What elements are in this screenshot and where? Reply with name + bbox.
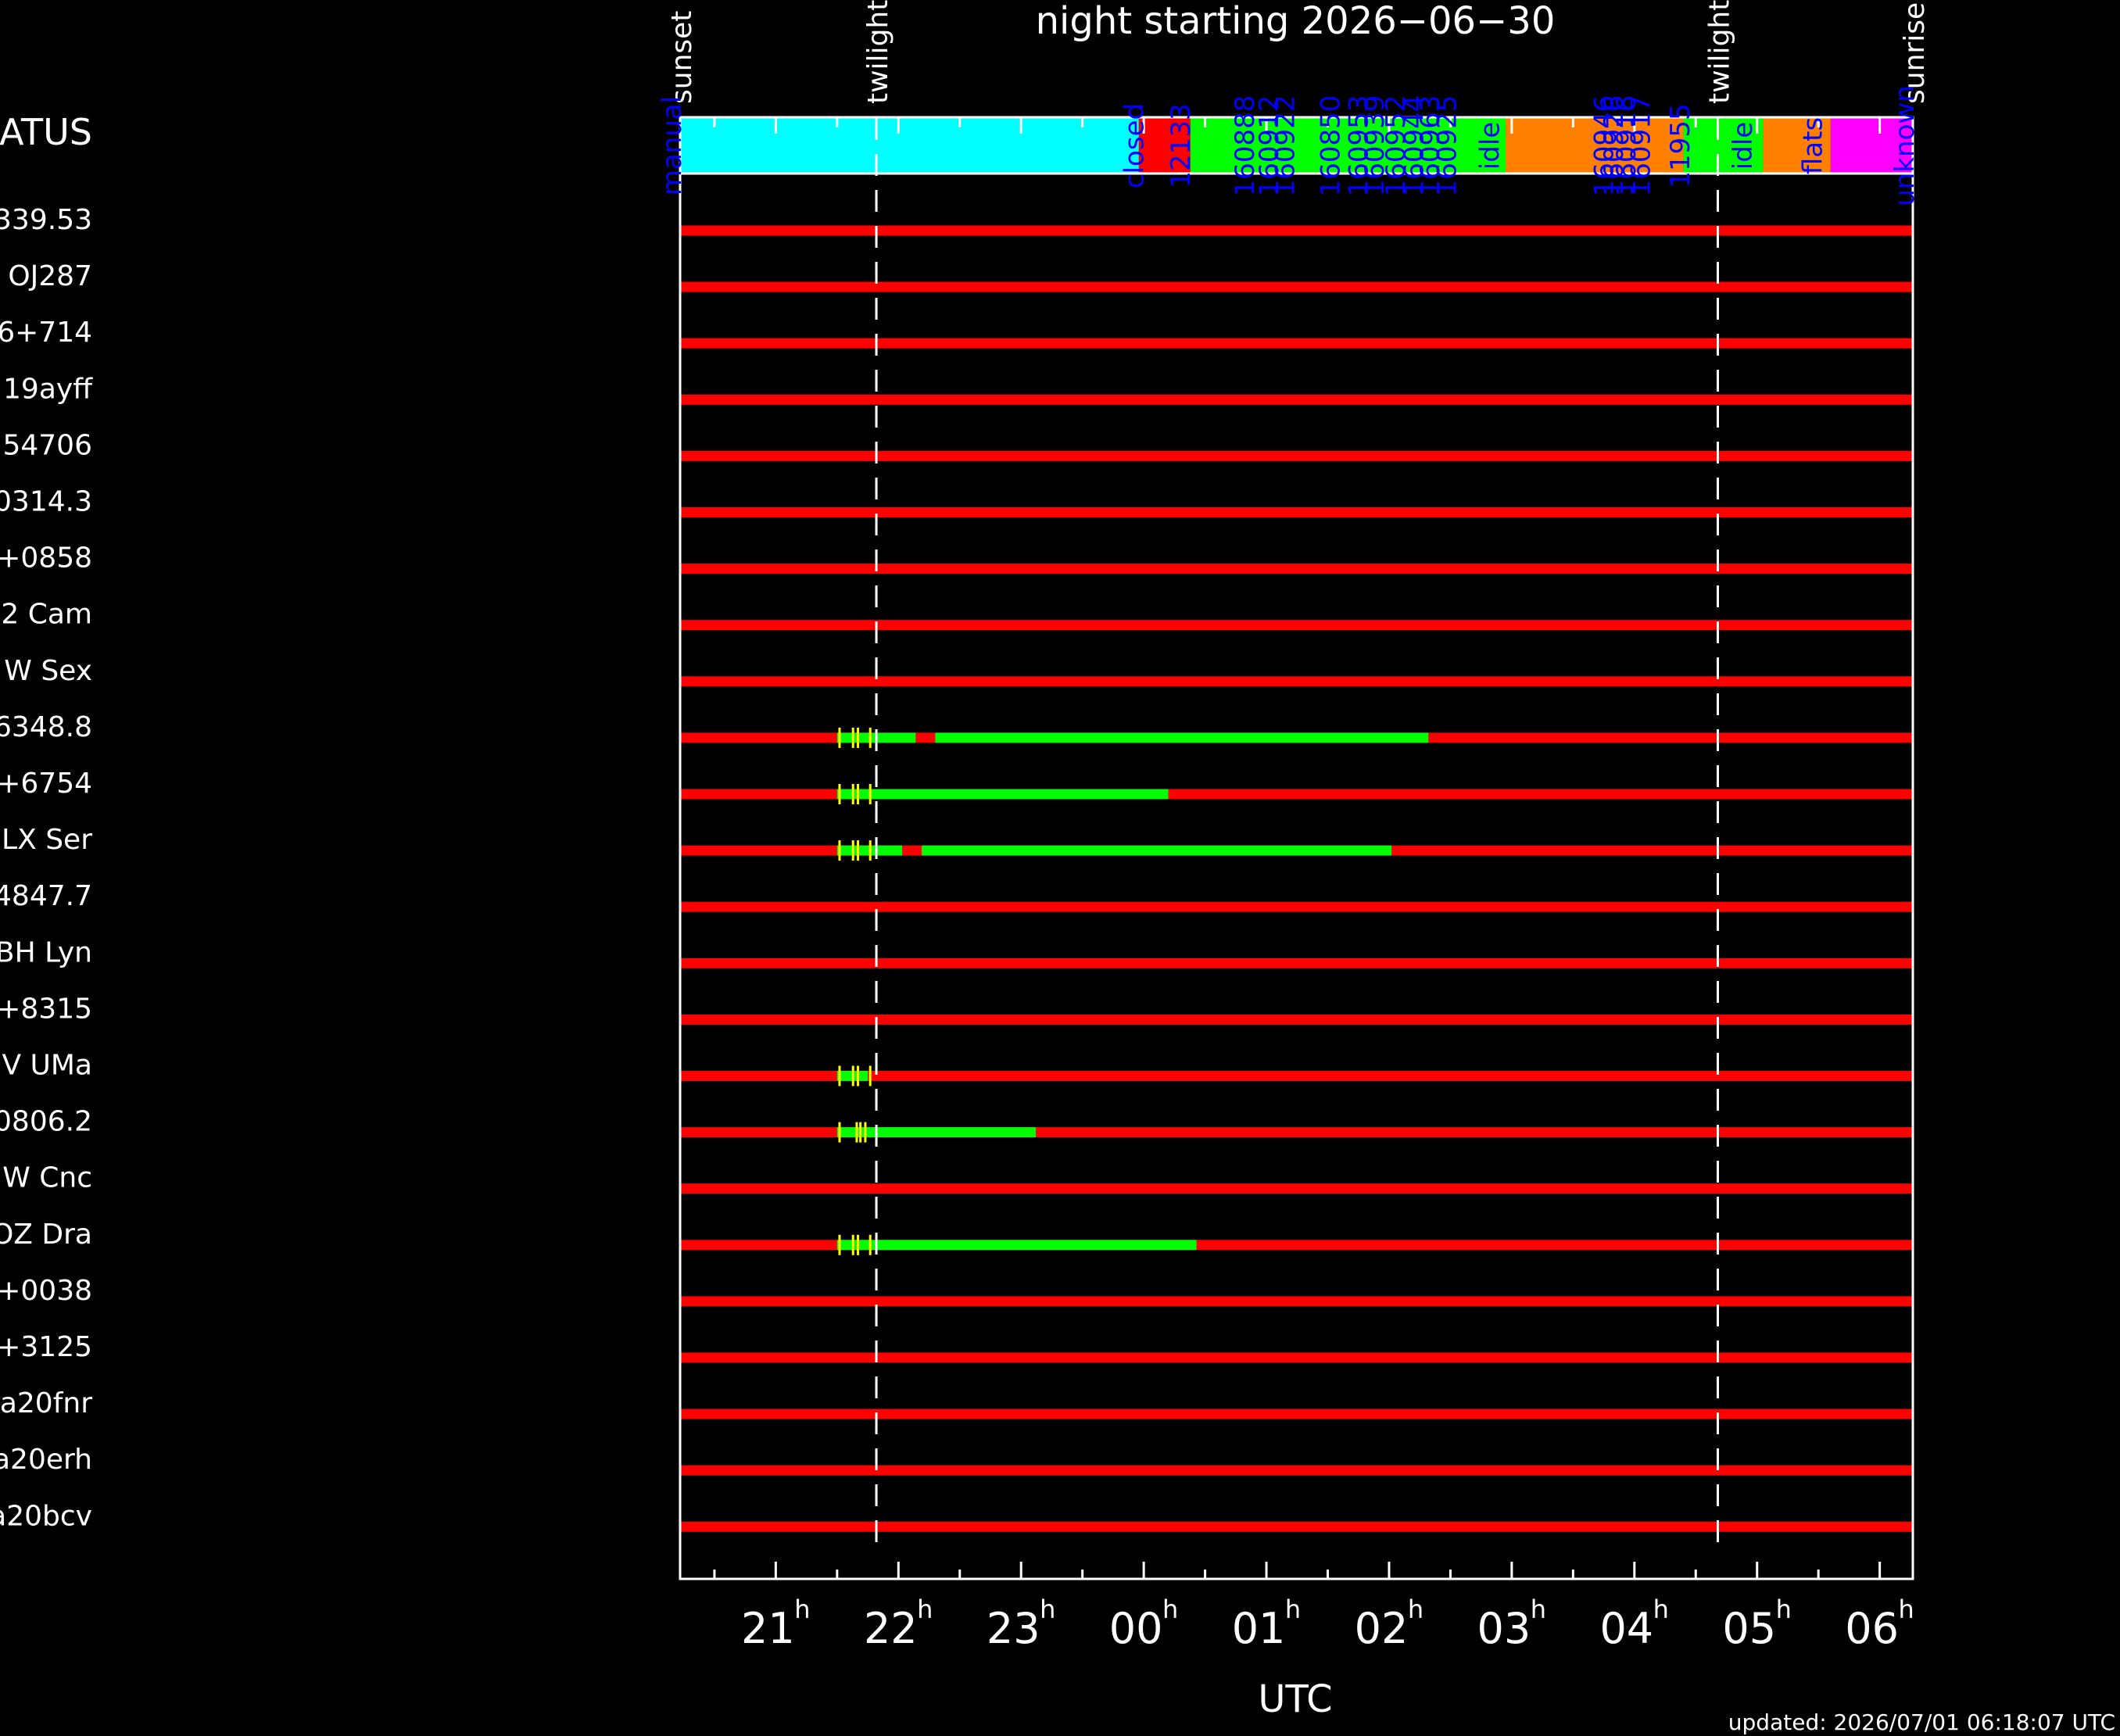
row-label: OZ Dra (0, 1219, 92, 1251)
target-rows-group (680, 225, 1913, 1532)
x-axis-group: 21 h 22 h 23 h 00 h 01 h 02 h 03 h 04 h 05 h 06 h (713, 1562, 1914, 1653)
row-label: 2 Cam (1, 599, 92, 631)
x-tick-label-superscript: h (1408, 1595, 1423, 1624)
twilight-label: twilight (862, 0, 894, 104)
x-axis-label: UTC (1258, 1677, 1332, 1721)
row-label: +0858 (0, 542, 92, 574)
chart-title: night starting 2026−06−30 (1036, 0, 1556, 43)
row-label: +6754 (0, 768, 92, 800)
x-tick-label: 01 (1232, 1604, 1286, 1653)
status-label: 160850 (1316, 95, 1347, 197)
row-base-bar (680, 957, 1913, 968)
row-label: 6+714 (0, 317, 92, 349)
row-observed-segment (836, 1240, 1197, 1251)
observation-timeline-chart: sunset twilight twilight sunrise manual clos… (0, 0, 2115, 1735)
row-base-bar (680, 1352, 1913, 1363)
sunset-label: sunset (666, 11, 698, 104)
row-base-bar (680, 620, 1913, 631)
row-observed-segment (922, 845, 1392, 856)
x-tick-label-superscript: h (1776, 1595, 1792, 1624)
row-base-bar (680, 676, 1913, 687)
x-tick-label-superscript: h (917, 1595, 933, 1624)
row-base-bar (680, 450, 1913, 461)
x-tick-label-superscript: h (1653, 1595, 1669, 1624)
row-label: OJ287 (8, 260, 92, 292)
row-label: W Sex (4, 655, 92, 687)
row-label: a20erh (0, 1444, 92, 1476)
row-label: a20fnr (0, 1387, 92, 1419)
x-tick-label-superscript: h (794, 1595, 810, 1624)
status-label: idle (1475, 122, 1506, 170)
row-label: 4847.7 (0, 880, 92, 912)
x-tick-label: 03 (1477, 1604, 1531, 1653)
row-base-bar (680, 225, 1913, 236)
row-label: W Cnc (2, 1162, 92, 1194)
row-label: 19ayff (3, 373, 93, 405)
status-label: closed (1119, 103, 1151, 188)
row-label: +8315 (0, 993, 92, 1025)
status-segment-cyan (680, 118, 1139, 174)
x-tick-label-superscript: h (1898, 1595, 1914, 1624)
row-base-bar (680, 564, 1913, 574)
row-base-bar (680, 1408, 1913, 1419)
row-base-bar (680, 394, 1913, 405)
x-tick-label: 23 (987, 1604, 1040, 1653)
updated-timestamp: updated: 2026/07/01 06:18:07 UTC (1728, 1709, 2115, 1735)
row-base-bar (680, 507, 1913, 517)
status-label: 11955 (1665, 103, 1696, 188)
row-base-bar (680, 1183, 1913, 1194)
row-label: +3125 (0, 1331, 92, 1363)
x-tick-label: 22 (864, 1604, 918, 1653)
row-base-bar (680, 338, 1913, 349)
row-base-bar (680, 1014, 1913, 1025)
row-label: 54706 (2, 429, 92, 461)
status-row-label: ATUS (0, 111, 92, 153)
row-observed-segment (935, 732, 1429, 743)
row-observed-segment (836, 789, 1169, 800)
x-tick-label: 05 (1722, 1604, 1776, 1653)
x-tick-label-superscript: h (1162, 1595, 1178, 1624)
row-label: 6348.8 (0, 711, 92, 743)
row-base-bar (680, 281, 1913, 292)
status-label: 12133 (1166, 103, 1197, 188)
row-observed-segment (836, 1127, 1037, 1138)
status-label: manual (657, 96, 688, 195)
row-base-bar (680, 1296, 1913, 1307)
row-label: V UMa (2, 1050, 92, 1082)
row-label: BH Lyn (0, 936, 92, 968)
row-label: 339.53 (0, 204, 92, 236)
row-base-bar (680, 1465, 1913, 1476)
twilight-label: twilight (1704, 0, 1736, 104)
row-base-bar (680, 901, 1913, 912)
x-tick-label-superscript: h (1531, 1595, 1546, 1624)
row-labels-group: 339.53 OJ287 6+714 19ayff 54706 0314.3 +0858 2 … (0, 204, 93, 1532)
row-label: LX Ser (2, 824, 92, 856)
x-tick-label: 21 (741, 1604, 795, 1653)
status-label: 160925 (1432, 95, 1463, 197)
status-label: unknown (1889, 85, 1921, 206)
x-tick-label: 06 (1845, 1604, 1899, 1653)
x-tick-label: 04 (1599, 1604, 1653, 1653)
row-label: a20bcv (0, 1500, 92, 1532)
status-label: flats (1797, 117, 1828, 174)
x-tick-label-superscript: h (1285, 1595, 1301, 1624)
row-label: +0038 (0, 1275, 92, 1307)
x-tick-label: 02 (1355, 1604, 1409, 1653)
row-label: 0806.2 (0, 1106, 92, 1138)
x-tick-label: 00 (1109, 1604, 1163, 1653)
status-label: idle (1728, 122, 1759, 170)
x-tick-label-superscript: h (1040, 1595, 1055, 1624)
status-label: 160917 (1626, 95, 1657, 197)
row-label: 0314.3 (0, 486, 92, 518)
status-label: 160922 (1270, 95, 1302, 197)
row-base-bar (680, 1521, 1913, 1532)
